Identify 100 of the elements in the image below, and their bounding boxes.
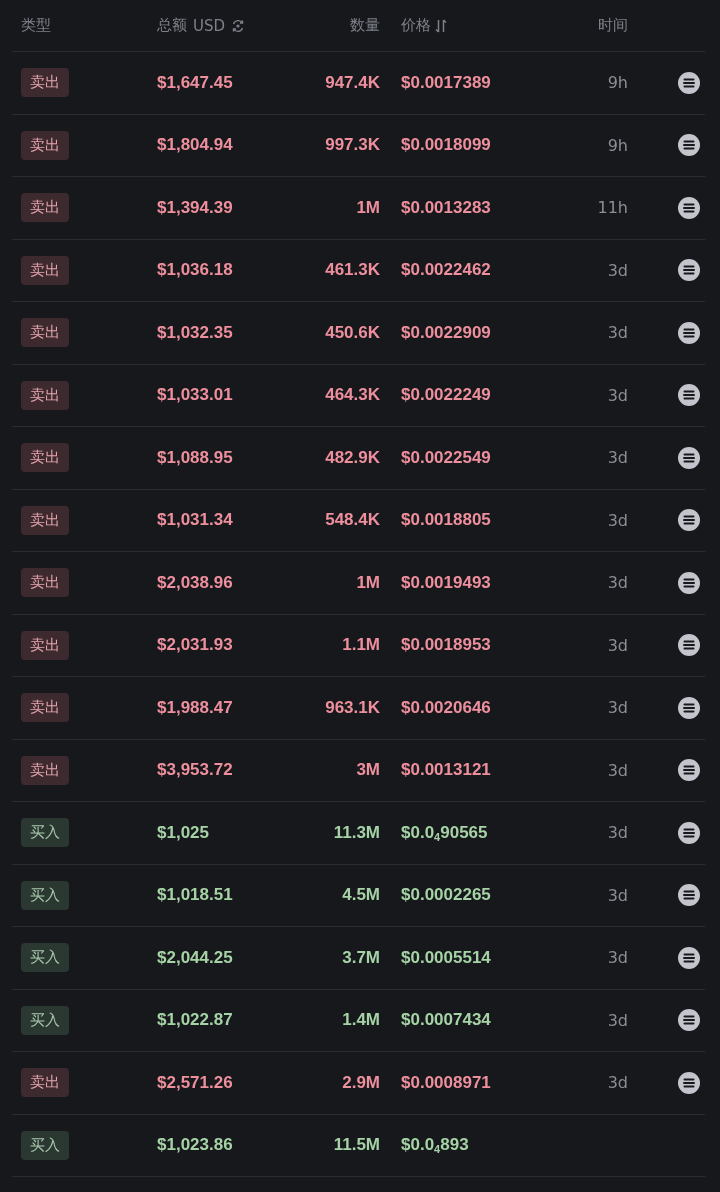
price-cell: $0.0005514 — [401, 947, 491, 968]
price-cell: $0.0$_{4}$893 — [401, 1135, 469, 1156]
quantity-cell: 461.3K — [325, 260, 380, 281]
amount-cell-text: $1,031.34 — [157, 510, 234, 531]
quantity-cell: 3.7M — [342, 947, 380, 968]
time-cell: 3d — [607, 635, 628, 655]
amount-cell-text: $1,033.01 — [157, 385, 234, 406]
amount-cell-text: $3,953.72 — [157, 760, 234, 781]
quantity-cell: 11.5M — [333, 1135, 380, 1156]
menu-icon[interactable] — [678, 259, 700, 282]
column-header: 数量 — [350, 16, 380, 35]
column-header: 价格 — [401, 16, 431, 35]
time-cell: 9h — [607, 135, 628, 155]
quantity-cell: 464.3K — [325, 385, 380, 406]
menu-icon[interactable] — [678, 196, 700, 219]
amount-cell-text: $2,044.25 — [157, 947, 234, 968]
price-cell: $0.0018805 — [401, 510, 491, 531]
trade-type-tag: 买入 — [21, 818, 69, 848]
quantity-cell: 1M — [356, 572, 380, 593]
trade-type-tag: 买入 — [21, 1130, 69, 1160]
menu-icon[interactable] — [678, 1009, 700, 1032]
time-cell: 3d — [607, 1010, 628, 1030]
quantity-cell: 1.1M — [342, 635, 380, 656]
trade-type-tag: 卖出 — [21, 130, 69, 160]
price-cell: $0.0022549 — [401, 447, 491, 468]
menu-icon[interactable] — [678, 946, 700, 969]
menu-icon[interactable] — [678, 634, 700, 657]
price-cell: $0.0013121 — [401, 760, 491, 781]
trade-type-tag: 卖出 — [21, 505, 69, 535]
quantity-cell: 2.9M — [342, 1072, 380, 1093]
price-cell: $0.0022462 — [401, 260, 491, 281]
time-cell: 3d — [607, 948, 628, 968]
amount-cell-text: $1,032.35 — [157, 322, 234, 343]
price-cell: $0.0007434 — [401, 1010, 491, 1031]
trade-type-tag: 买入 — [21, 943, 69, 973]
time-cell: 3d — [607, 510, 628, 530]
trade-type-tag: 卖出 — [21, 443, 69, 473]
trade-type-tag: 卖出 — [21, 255, 69, 285]
price-cell: $0.0018953 — [401, 635, 491, 656]
trade-type-tag: 卖出 — [21, 318, 69, 348]
price-cell: $0.0020646 — [401, 697, 491, 718]
price-cell: $0.0008971 — [401, 1072, 491, 1093]
menu-icon[interactable] — [678, 134, 700, 157]
price-cell: $0.0013283 — [401, 197, 491, 218]
amount-cell-text: $2,038.96 — [157, 572, 234, 593]
menu-icon[interactable] — [678, 1071, 700, 1094]
menu-icon[interactable] — [678, 71, 700, 94]
amount-cell-text: $1,036.18 — [157, 260, 234, 281]
menu-icon[interactable] — [678, 384, 700, 407]
swap-icon[interactable] — [231, 18, 246, 33]
menu-icon[interactable] — [678, 571, 700, 594]
quantity-cell: 1.4M — [342, 1010, 380, 1031]
amount-cell-text: $2,031.93 — [157, 635, 234, 656]
trade-type-tag: 卖出 — [21, 68, 69, 98]
amount-cell-text: $1,394.39 — [157, 197, 234, 218]
trade-type-tag: 卖出 — [21, 1068, 69, 1098]
time-cell: 3d — [607, 760, 628, 780]
price-cell: $0.0022909 — [401, 322, 491, 343]
time-cell: 3d — [607, 573, 628, 593]
time-cell: 3d — [607, 323, 628, 343]
amount-cell-text: $1,025 — [157, 822, 210, 843]
menu-icon[interactable] — [678, 821, 700, 844]
currency-toggle[interactable]: USD — [193, 16, 226, 35]
menu-icon[interactable] — [678, 509, 700, 532]
menu-icon[interactable] — [678, 759, 700, 782]
menu-icon[interactable] — [678, 884, 700, 907]
trade-type-tag: 买入 — [21, 1005, 69, 1035]
time-cell: 3d — [607, 823, 628, 843]
quantity-cell: 997.3K — [325, 135, 380, 156]
menu-icon[interactable] — [678, 446, 700, 469]
price-cell: $0.0$_{4}$90565 — [401, 822, 488, 843]
quantity-cell: 1M — [356, 197, 380, 218]
trade-type-tag: 卖出 — [21, 630, 69, 660]
trade-type-tag: 卖出 — [21, 568, 69, 598]
time-cell: 9h — [607, 73, 628, 93]
quantity-cell: 11.3M — [333, 822, 380, 843]
column-header: 时间 — [598, 16, 628, 35]
price-cell: $0.0018099 — [401, 135, 491, 156]
time-cell: 3d — [607, 385, 628, 405]
amount-cell-text: $2,571.26 — [157, 1072, 234, 1093]
menu-icon[interactable] — [678, 696, 700, 719]
amount-cell-text: $1,647.45 — [157, 72, 234, 93]
quantity-cell: 963.1K — [325, 697, 380, 718]
amount-cell-text: $1,988.47 — [157, 697, 234, 718]
quantity-cell: 3M — [356, 760, 380, 781]
amount-cell-text: $1,022.87 — [157, 1010, 234, 1031]
amount-cell-text: $1,804.94 — [157, 135, 234, 156]
time-cell: 11h — [597, 198, 628, 218]
amount-cell-text: $1,018.51 — [157, 885, 234, 906]
time-cell: 3d — [607, 885, 628, 905]
time-cell: 3d — [607, 1073, 628, 1093]
quantity-cell: 947.4K — [325, 72, 380, 93]
time-cell: 3d — [607, 698, 628, 718]
sort-icon[interactable] — [435, 18, 447, 33]
quantity-cell: 4.5M — [342, 885, 380, 906]
menu-icon[interactable] — [678, 321, 700, 344]
price-cell: $0.0022249 — [401, 385, 491, 406]
time-cell: 3d — [607, 448, 628, 468]
column-header: 总额 — [157, 16, 187, 35]
quantity-cell: 482.9K — [325, 447, 380, 468]
